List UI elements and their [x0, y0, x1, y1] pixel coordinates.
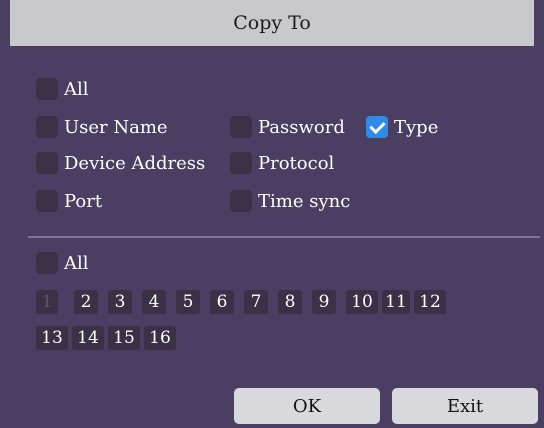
channel-2-button[interactable]: 2: [74, 290, 98, 314]
all-fields-label: All: [64, 78, 89, 100]
channel-14-button[interactable]: 14: [72, 326, 104, 350]
channel-4-button[interactable]: 4: [142, 290, 166, 314]
checkbox-protocol[interactable]: [230, 152, 252, 174]
channel-16-button[interactable]: 16: [144, 326, 176, 350]
all-channels-checkbox[interactable]: All: [36, 252, 89, 274]
checkbox-password[interactable]: [230, 116, 252, 138]
channel-12-button[interactable]: 12: [414, 290, 446, 314]
channel-9-button[interactable]: 9: [312, 290, 336, 314]
user-name-checkbox[interactable]: User Name: [36, 116, 168, 138]
checkbox-port[interactable]: [36, 190, 58, 212]
dialog-title: Copy To: [233, 12, 311, 34]
protocol-checkbox[interactable]: Protocol: [230, 152, 334, 174]
password-label: Password: [258, 116, 345, 138]
checkbox-device-address[interactable]: [36, 152, 58, 174]
channel-1-button[interactable]: 1: [36, 290, 58, 314]
user-name-label: User Name: [64, 116, 168, 138]
protocol-label: Protocol: [258, 152, 335, 174]
password-checkbox[interactable]: Password: [230, 116, 345, 138]
channel-6-button[interactable]: 6: [210, 290, 234, 314]
port-label: Port: [64, 190, 103, 212]
channel-8-button[interactable]: 8: [278, 290, 302, 314]
copy-to-dialog: Copy To All User Name Password Type Devi…: [0, 0, 544, 428]
channel-15-button[interactable]: 15: [108, 326, 140, 350]
type-checkbox[interactable]: Type: [366, 116, 438, 138]
channel-13-button[interactable]: 13: [36, 326, 68, 350]
device-address-checkbox[interactable]: Device Address: [36, 152, 205, 174]
channel-5-button[interactable]: 5: [176, 290, 200, 314]
checkbox-time-sync[interactable]: [230, 190, 252, 212]
checkbox-all-channels[interactable]: [36, 252, 58, 274]
channel-11-button[interactable]: 11: [382, 290, 410, 314]
time-sync-checkbox[interactable]: Time sync: [230, 190, 350, 212]
device-address-label: Device Address: [64, 152, 206, 174]
checkbox-type-checked[interactable]: [366, 116, 388, 138]
section-divider: [28, 236, 540, 238]
title-bar: Copy To: [10, 0, 534, 46]
ok-button[interactable]: OK: [234, 388, 380, 424]
channel-10-button[interactable]: 10: [346, 290, 378, 314]
time-sync-label: Time sync: [258, 190, 351, 212]
channel-7-button[interactable]: 7: [244, 290, 268, 314]
channel-3-button[interactable]: 3: [108, 290, 132, 314]
type-label: Type: [394, 116, 439, 138]
all-fields-checkbox[interactable]: All: [36, 78, 89, 100]
checkbox-user-name[interactable]: [36, 116, 58, 138]
port-checkbox[interactable]: Port: [36, 190, 102, 212]
exit-button[interactable]: Exit: [392, 388, 538, 424]
all-channels-label: All: [64, 252, 89, 274]
checkbox-all-fields[interactable]: [36, 78, 58, 100]
